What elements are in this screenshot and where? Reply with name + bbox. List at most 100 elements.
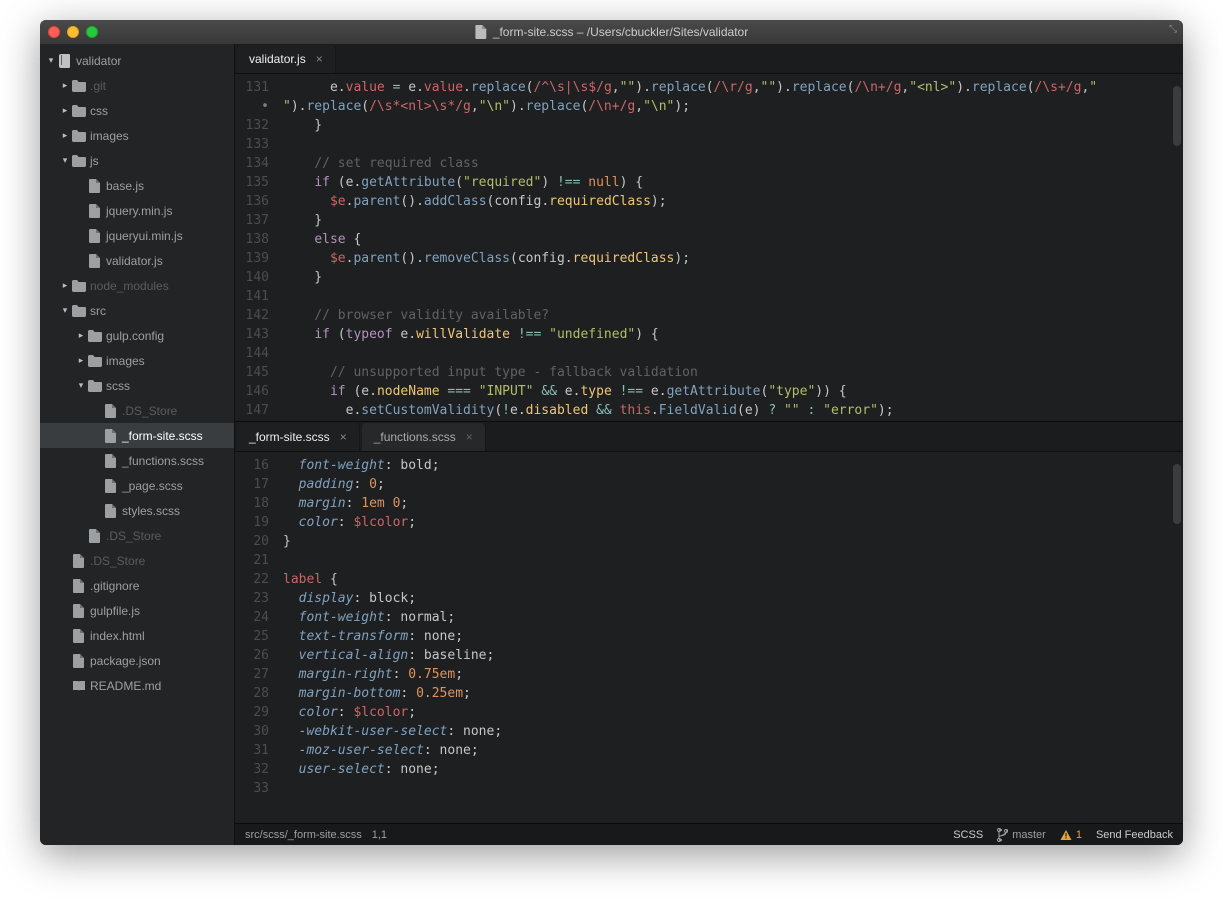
line-number: 137 [241,211,269,230]
file-tree-sidebar[interactable]: ▾validator▸.git▸css▸images▾js▸base.js▸jq… [40,44,235,845]
tab-label: _form-site.scss [249,430,330,444]
chevron-down-icon[interactable]: ▾ [46,55,56,66]
line-number: 30 [241,722,269,741]
tree-item[interactable]: ▸images [40,348,234,373]
tree-item[interactable]: ▸gulp.config [40,323,234,348]
tree-item-label: src [88,304,106,318]
tree-item-label: .gitignore [88,579,139,593]
window-title-text: _form-site.scss – /Users/cbuckler/Sites/… [493,25,748,39]
gutter-top: 131•132133134135136137138139140141142143… [235,74,279,421]
editor-tab[interactable]: _functions.scss× [362,423,486,451]
folder-icon [70,80,88,92]
tab-close-icon[interactable]: × [340,430,347,444]
tree-item[interactable]: ▸styles.scss [40,498,234,523]
tree-item[interactable]: ▸gulpfile.js [40,598,234,623]
line-number: 138 [241,230,269,249]
line-number: 24 [241,608,269,627]
tree-item[interactable]: ▾ js [40,148,234,173]
tab-close-icon[interactable]: × [466,430,473,444]
tree-item[interactable]: ▸.gitignore [40,573,234,598]
file-icon [86,529,104,543]
editor-tab[interactable]: validator.js× [237,45,336,73]
tree-item[interactable]: ▸ node_modules [40,273,234,298]
line-number: 139 [241,249,269,268]
chevron-right-icon[interactable]: ▸ [60,105,70,116]
window-zoom-button[interactable] [86,26,98,38]
line-number: 143 [241,325,269,344]
line-number: 140 [241,268,269,287]
chevron-right-icon[interactable]: ▸ [60,80,70,91]
folder-icon [86,330,104,342]
chevron-right-icon[interactable]: ▸ [60,130,70,141]
chevron-right-icon[interactable]: ▸ [76,330,86,341]
editor-pane-top[interactable]: 131•132133134135136137138139140141142143… [235,74,1183,422]
tree-item[interactable]: ▾validator [40,48,234,73]
tree-item[interactable]: ▸_page.scss [40,473,234,498]
line-number: 135 [241,173,269,192]
line-number: 23 [241,589,269,608]
statusbar-git-branch[interactable]: master [997,828,1046,842]
tree-item[interactable]: ▸.DS_Store [40,523,234,548]
window-close-button[interactable] [48,26,60,38]
fullscreen-icon[interactable]: ⤡ [1169,24,1177,35]
statusbar-cursor[interactable]: 1,1 [372,829,387,841]
tree-item[interactable]: ▸ css [40,98,234,123]
chevron-down-icon[interactable]: ▾ [76,380,86,391]
file-icon [475,25,487,39]
line-number: 146 [241,382,269,401]
tree-item[interactable]: ▸jqueryui.min.js [40,223,234,248]
tree-item[interactable]: ▸.DS_Store [40,398,234,423]
tree-item[interactable]: ▸jquery.min.js [40,198,234,223]
editor-tab[interactable]: _form-site.scss × [237,423,360,451]
traffic-lights [48,26,98,38]
code-area-top[interactable]: e.value = e.value.replace(/^\s|\s$/g,"")… [279,74,1183,421]
folder-icon [70,280,88,292]
tree-item[interactable]: ▸.DS_Store [40,548,234,573]
tree-item[interactable]: ▸base.js [40,173,234,198]
line-number: 131 [241,78,269,97]
line-number: 16 [241,456,269,475]
tab-close-icon[interactable]: × [316,52,323,66]
titlebar[interactable]: _form-site.scss – /Users/cbuckler/Sites/… [40,20,1183,44]
tree-item-label: js [88,154,99,168]
statusbar-path[interactable]: src/scss/_form-site.scss [245,829,362,841]
statusbar-feedback[interactable]: Send Feedback [1096,829,1173,841]
line-number: 132 [241,116,269,135]
statusbar-warnings[interactable]: 1 [1060,829,1082,841]
line-number: 136 [241,192,269,211]
file-icon [86,229,104,243]
tree-item[interactable]: ▸images [40,123,234,148]
code-area-bottom[interactable]: font-weight: bold; padding: 0; margin: 1… [279,452,1183,823]
scrollbar-bottom[interactable] [1173,454,1181,821]
file-icon [86,179,104,193]
chevron-down-icon[interactable]: ▾ [60,155,70,166]
tabbar-bottom[interactable]: _form-site.scss×_functions.scss× [235,422,1183,452]
tree-item[interactable]: ▸_form-site.scss [40,423,234,448]
tree-item[interactable]: ▸README.md [40,673,234,698]
chevron-right-icon[interactable]: ▸ [60,280,70,291]
statusbar-language[interactable]: SCSS [953,829,983,841]
file-icon [102,429,120,443]
tree-item[interactable]: ▾scss [40,373,234,398]
editor-pane-bottom[interactable]: 161718192021222324252627282930313233 fon… [235,452,1183,823]
line-number: 134 [241,154,269,173]
line-number: 133 [241,135,269,154]
tree-item-label: css [88,104,108,118]
chevron-down-icon[interactable]: ▾ [60,305,70,316]
window-minimize-button[interactable] [67,26,79,38]
file-icon [102,404,120,418]
line-number: 31 [241,741,269,760]
tree-item[interactable]: ▸_functions.scss [40,448,234,473]
file-icon [70,654,88,668]
tree-item-label: .DS_Store [120,404,177,418]
tree-item[interactable]: ▸index.html [40,623,234,648]
tree-item[interactable]: ▾ src [40,298,234,323]
chevron-right-icon[interactable]: ▸ [76,355,86,366]
scrollbar-top[interactable] [1173,76,1181,419]
line-number: 17 [241,475,269,494]
tree-item[interactable]: ▸package.json [40,648,234,673]
tabbar-top[interactable]: validator.js× [235,44,1183,74]
tree-item-label: node_modules [88,279,169,293]
tree-item[interactable]: ▸validator.js [40,248,234,273]
tree-item[interactable]: ▸.git [40,73,234,98]
